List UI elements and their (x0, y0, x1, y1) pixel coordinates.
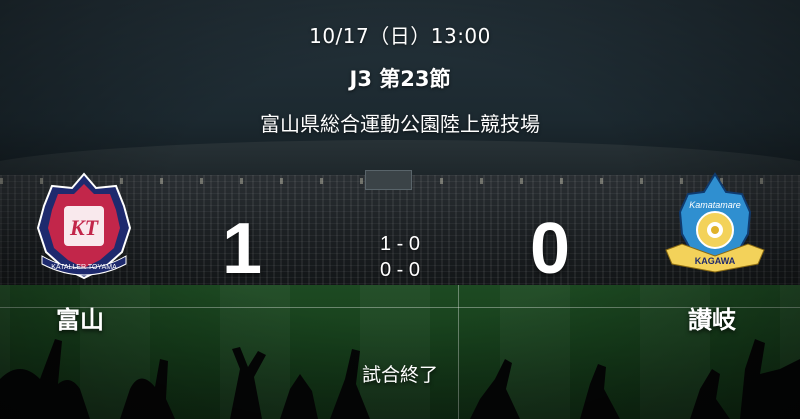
match-datetime: 10/17（日）13:00 (309, 24, 491, 48)
svg-text:Kamatamare: Kamatamare (689, 200, 741, 210)
match-venue: 富山県総合運動公園陸上競技場 (260, 112, 540, 136)
home-team-name: 富山 (56, 306, 104, 334)
away-team-name: 讃岐 (688, 306, 736, 334)
match-status: 試合終了 (361, 364, 438, 386)
first-half-score: 1 - 0 (379, 233, 421, 255)
second-half-score: 0 - 0 (379, 259, 421, 281)
competition-round: J3 第23節 (349, 67, 451, 91)
